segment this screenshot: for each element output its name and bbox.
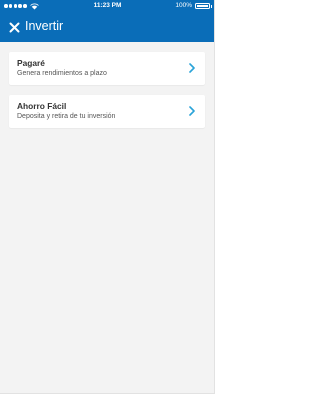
option-card-pagare[interactable]: Pagaré Genera rendimientos a plazo bbox=[9, 52, 205, 85]
option-title: Pagaré bbox=[17, 58, 45, 68]
battery-icon bbox=[195, 3, 212, 9]
close-icon bbox=[9, 22, 19, 32]
header-bar: 11:23 PM 100% Invertir bbox=[0, 0, 215, 42]
nav-bar: Invertir bbox=[0, 13, 215, 42]
option-card-ahorro-facil[interactable]: Ahorro Fácil Deposita y retira de tu inv… bbox=[9, 95, 205, 128]
battery-level-fill bbox=[197, 5, 208, 7]
status-bar: 11:23 PM 100% bbox=[0, 0, 215, 13]
option-subtitle: Genera rendimientos a plazo bbox=[17, 70, 107, 77]
option-subtitle: Deposita y retira de tu inversión bbox=[17, 113, 116, 120]
battery-percent: 100% bbox=[175, 2, 192, 9]
app-screen: 11:23 PM 100% Invertir Pagaré Genera ren… bbox=[0, 0, 215, 394]
chevron-right-icon bbox=[189, 106, 195, 116]
close-button[interactable] bbox=[7, 20, 21, 34]
page-title: Invertir bbox=[25, 19, 64, 33]
chevron-right-icon bbox=[189, 63, 195, 73]
option-title: Ahorro Fácil bbox=[17, 101, 67, 111]
